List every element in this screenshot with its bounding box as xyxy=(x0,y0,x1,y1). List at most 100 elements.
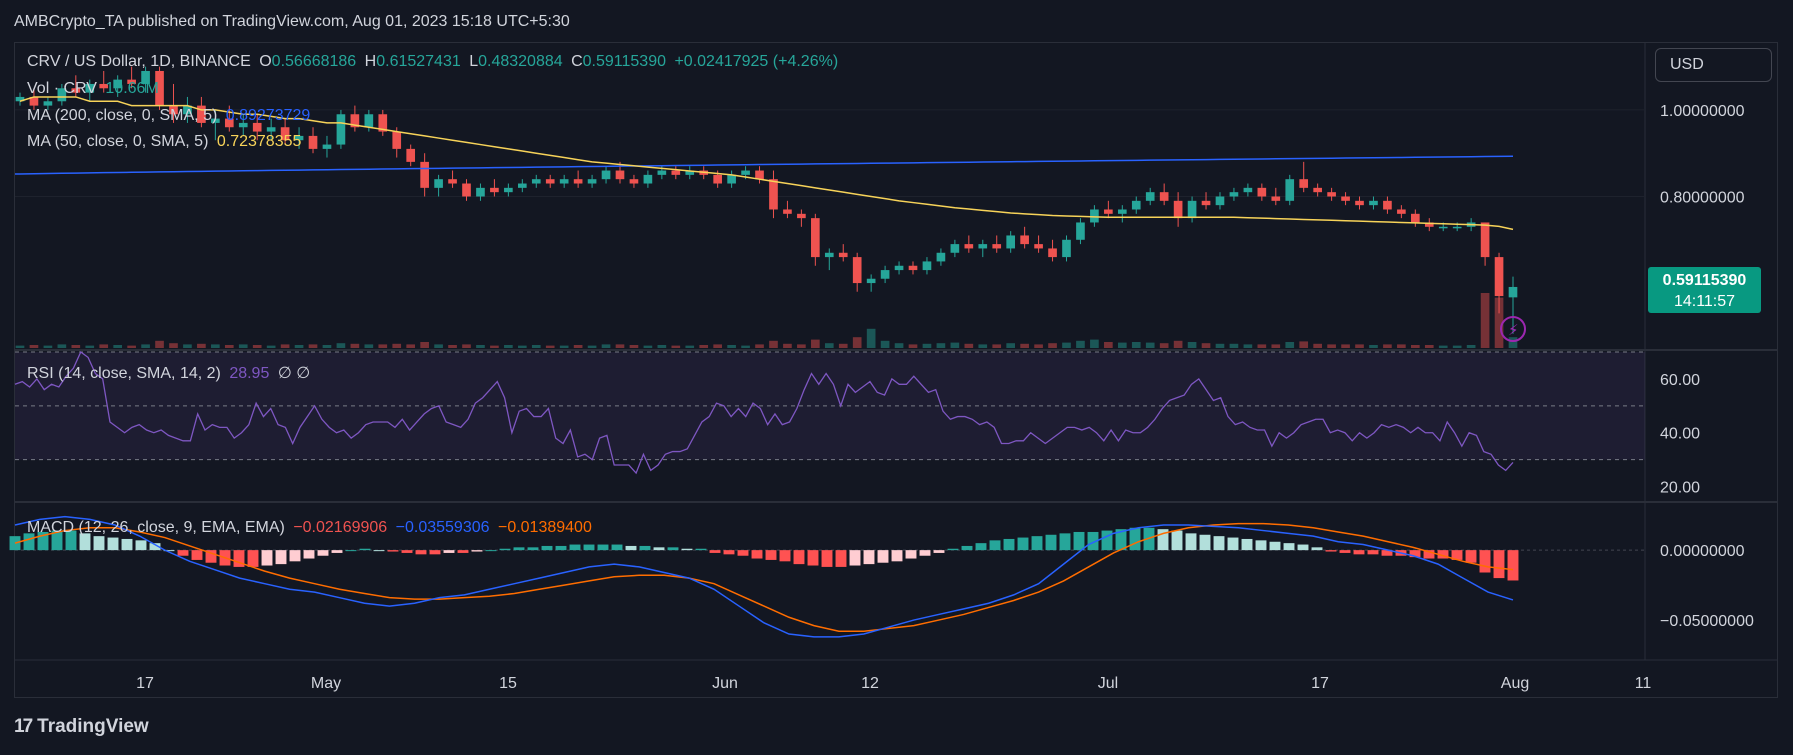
macd-histogram-bar xyxy=(695,548,707,551)
rsi-legend[interactable]: RSI (14, close, SMA, 14, 2) 28.95 ∅ ∅ xyxy=(27,363,314,383)
macd-histogram-bar xyxy=(947,548,959,551)
macd-histogram-bar xyxy=(1045,534,1057,551)
volume-bar xyxy=(1062,342,1071,348)
volume-bar xyxy=(852,337,862,348)
candle-body xyxy=(573,179,583,184)
volume-bar xyxy=(978,344,988,348)
macd-histogram-bar xyxy=(835,550,847,567)
rsi-label[interactable]: RSI (14, close, SMA, 14, 2) xyxy=(27,365,221,382)
ma50-label[interactable]: MA (50, close, 0, SMA, 5) xyxy=(27,133,208,150)
volume-bar xyxy=(1090,339,1099,348)
ma200-legend[interactable]: MA (200, close, 0, SMA, 5) 0.89273729 xyxy=(27,107,314,125)
volume-bar xyxy=(615,344,625,348)
candle-body xyxy=(322,144,332,149)
macd-label[interactable]: MACD (12, 26, close, 9, EMA, EMA) xyxy=(27,519,285,536)
ma200-label[interactable]: MA (200, close, 0, SMA, 5) xyxy=(27,107,217,124)
volume-bar xyxy=(964,343,974,348)
candle-body xyxy=(476,187,485,197)
candle-body xyxy=(1173,200,1183,219)
candle-body xyxy=(420,161,429,188)
volume-bar xyxy=(1131,342,1141,348)
macd-histogram-bar xyxy=(667,547,679,551)
tradingview-footer[interactable]: 17 TradingView xyxy=(14,716,149,738)
time-tick-label: 12 xyxy=(861,675,879,692)
volume-bar xyxy=(657,345,667,348)
candle-body xyxy=(657,170,667,175)
macd-histogram-bar xyxy=(121,538,133,551)
volume-bar xyxy=(755,344,764,348)
volume-bar xyxy=(741,345,750,348)
volume-bar xyxy=(392,343,402,348)
volume-value: 10.66M xyxy=(105,80,159,97)
volume-bar xyxy=(1299,341,1309,348)
macd-histogram-bar xyxy=(779,550,791,562)
candle-body xyxy=(1117,209,1127,214)
candle-body xyxy=(1494,257,1504,297)
macd-histogram-bar xyxy=(541,545,553,551)
volume-bar xyxy=(1006,343,1016,348)
volume-bar xyxy=(266,345,276,348)
lightning-icon: ⚡ xyxy=(1508,321,1519,339)
volume-bar xyxy=(490,345,499,348)
volume-bar xyxy=(57,344,67,348)
ma50-legend[interactable]: MA (50, close, 0, SMA, 5) 0.72378355 xyxy=(27,133,305,151)
volume-bar xyxy=(1159,343,1169,348)
tradingview-brand[interactable]: TradingView xyxy=(37,716,149,738)
candle-body xyxy=(517,183,527,188)
candle-body xyxy=(894,265,904,271)
currency-button[interactable]: USD xyxy=(1655,48,1772,82)
volume-bar xyxy=(1341,344,1350,348)
volume-bar xyxy=(922,343,932,348)
volume-bar xyxy=(769,340,778,348)
macd-histogram-bar xyxy=(1255,540,1267,551)
macd-histogram-bar xyxy=(373,550,385,552)
macd-histogram-bar xyxy=(583,544,595,551)
candle-body xyxy=(755,170,764,180)
symbol-name[interactable]: CRV / US Dollar, 1D, BINANCE xyxy=(27,53,251,70)
time-tick-label: 17 xyxy=(1311,675,1329,692)
high-value: 0.61527431 xyxy=(376,53,461,70)
volume-bar xyxy=(99,344,109,348)
volume-bar xyxy=(545,345,555,348)
candle-body xyxy=(908,265,918,271)
volume-label[interactable]: Vol · CRV xyxy=(27,80,97,97)
candle-body xyxy=(545,179,555,184)
time-tick-label: 17 xyxy=(136,675,154,692)
macd-histogram-bar xyxy=(247,550,259,567)
volume-bar xyxy=(797,344,806,348)
macd-histogram-bar xyxy=(569,544,581,551)
volume-bar xyxy=(1117,342,1127,348)
macd-histogram-bar xyxy=(807,550,819,566)
change-value: +0.02417925 (+4.26%) xyxy=(674,53,839,70)
macd-histogram-bar xyxy=(303,550,315,559)
volume-bar xyxy=(517,345,527,348)
volume-bar xyxy=(559,345,569,348)
volume-bar xyxy=(238,344,248,348)
volume-bar xyxy=(197,343,206,348)
volume-bar xyxy=(294,345,304,348)
candle-body xyxy=(671,170,681,175)
macd-legend[interactable]: MACD (12, 26, close, 9, EMA, EMA) −0.021… xyxy=(27,519,596,537)
volume-bar xyxy=(1397,344,1406,348)
candle-body xyxy=(448,179,457,184)
candle-body xyxy=(880,270,890,279)
volume-legend[interactable]: Vol · CRV 10.66M xyxy=(27,80,163,98)
candle-body xyxy=(43,101,53,106)
macd-histogram-bar xyxy=(653,547,665,551)
volume-bar xyxy=(880,340,890,348)
volume-bar xyxy=(811,339,820,348)
macd-histogram-bar xyxy=(891,550,903,562)
candle-body xyxy=(531,179,541,184)
macd-histogram-bar xyxy=(191,550,203,560)
candle-body xyxy=(1159,192,1169,201)
candle-body xyxy=(950,244,960,253)
candle-body xyxy=(587,179,597,184)
symbol-legend[interactable]: CRV / US Dollar, 1D, BINANCE O0.56668186… xyxy=(27,53,842,71)
rsi-value: 28.95 xyxy=(229,365,270,382)
macd-histogram-bar xyxy=(429,550,441,555)
macd-histogram-bar xyxy=(975,543,987,551)
volume-bar xyxy=(43,345,53,348)
volume-bar xyxy=(587,345,597,348)
macd-histogram-bar xyxy=(1283,543,1295,551)
candle-body xyxy=(811,218,820,258)
